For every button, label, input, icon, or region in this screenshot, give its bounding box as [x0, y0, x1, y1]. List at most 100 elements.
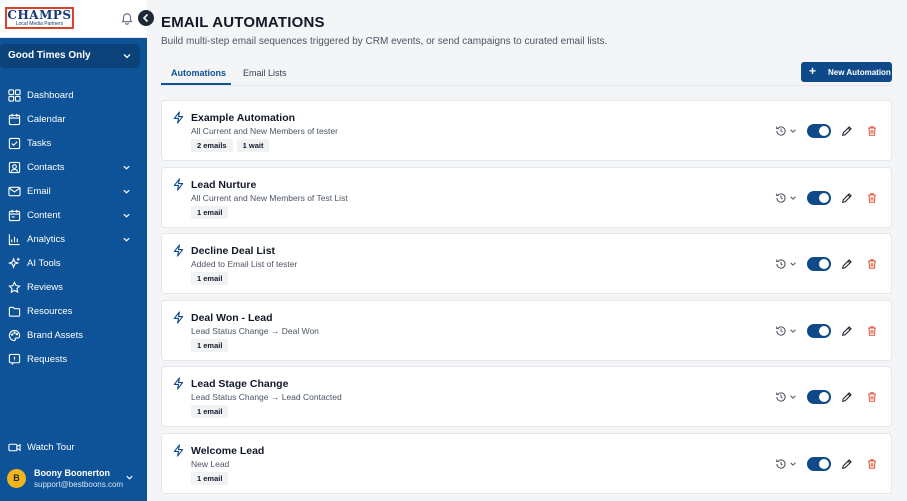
toggle-knob: [819, 392, 829, 402]
workspace-label: Good Times Only: [8, 50, 91, 61]
history-icon[interactable]: [775, 258, 787, 270]
automation-trigger: Lead Status Change → Lead Contacted: [191, 392, 342, 402]
tasks-icon: [8, 137, 21, 150]
chevron-down-icon: [123, 54, 131, 59]
step-count-badge: 1 email: [191, 206, 229, 219]
request-icon: [8, 353, 21, 366]
sidebar-item-label: Reviews: [27, 282, 63, 293]
sidebar-item-ai-tools[interactable]: AI Tools: [0, 252, 147, 276]
sidebar-item-contacts[interactable]: Contacts: [0, 156, 147, 180]
automation-card[interactable]: Welcome Lead New Lead 1 email: [161, 433, 892, 494]
step-count-badge: 2 emails: [191, 139, 233, 152]
brand-bar: CHAMPS Local Media Partners: [0, 0, 147, 38]
trash-icon[interactable]: [866, 325, 878, 337]
automation-card[interactable]: Decline Deal List Added to Email List of …: [161, 233, 892, 294]
sidebar-item-email[interactable]: Email: [0, 180, 147, 204]
chevron-down-icon[interactable]: [789, 393, 797, 401]
main-content: EMAIL AUTOMATIONS Build multi-step email…: [147, 0, 907, 501]
champs-logo[interactable]: CHAMPS Local Media Partners: [5, 7, 74, 29]
history-icon[interactable]: [775, 391, 787, 403]
toggle-knob: [819, 459, 829, 469]
enabled-toggle[interactable]: [807, 124, 831, 138]
sidebar-item-dashboard[interactable]: Dashboard: [0, 84, 147, 108]
sidebar-item-label: Content: [27, 210, 61, 221]
sidebar-item-requests[interactable]: Requests: [0, 348, 147, 372]
automation-card[interactable]: Lead Stage Change Lead Status Change → Le…: [161, 366, 892, 427]
lightning-icon: [173, 111, 184, 124]
pencil-icon[interactable]: [841, 458, 853, 470]
pencil-icon[interactable]: [841, 192, 853, 204]
enabled-toggle[interactable]: [807, 191, 831, 205]
chevron-down-icon[interactable]: [789, 460, 797, 468]
sidebar-item-reviews[interactable]: Reviews: [0, 276, 147, 300]
sidebar-item-brand-assets[interactable]: Brand Assets: [0, 324, 147, 348]
tab-email-lists[interactable]: Email Lists: [243, 68, 287, 78]
chevron-down-icon[interactable]: [789, 194, 797, 202]
sidebar-item-label: Brand Assets: [27, 330, 83, 341]
automation-trigger: All Current and New Members of Test List: [191, 193, 348, 203]
history-icon[interactable]: [775, 125, 787, 137]
trash-icon[interactable]: [866, 258, 878, 270]
workspace-selector[interactable]: Good Times Only: [0, 44, 140, 68]
lightning-icon: [173, 244, 184, 257]
toggle-knob: [819, 126, 829, 136]
trash-icon[interactable]: [866, 458, 878, 470]
automation-badges: 1 email: [191, 339, 232, 352]
chevron-left-icon: [142, 13, 149, 23]
history-icon[interactable]: [775, 192, 787, 204]
chevron-down-icon[interactable]: [789, 127, 797, 135]
enabled-toggle[interactable]: [807, 324, 831, 338]
pencil-icon[interactable]: [841, 125, 853, 137]
sidebar-item-analytics[interactable]: Analytics: [0, 228, 147, 252]
enabled-toggle[interactable]: [807, 457, 831, 471]
automation-name: Lead Nurture: [191, 179, 257, 191]
automation-trigger: New Lead: [191, 459, 230, 469]
chevron-down-icon[interactable]: [789, 260, 797, 268]
user-name: Boony Boonerton: [34, 468, 110, 478]
content-icon: [8, 209, 21, 222]
trash-icon[interactable]: [866, 192, 878, 204]
avatar: B: [7, 469, 26, 488]
sidebar-item-resources[interactable]: Resources: [0, 300, 147, 324]
history-icon[interactable]: [775, 325, 787, 337]
watch-tour-button[interactable]: Watch Tour: [0, 440, 147, 456]
user-menu[interactable]: B Boony Boonerton support@bestboons.com: [0, 466, 147, 494]
page-title: EMAIL AUTOMATIONS: [161, 14, 325, 31]
tab-automations[interactable]: Automations: [171, 68, 226, 78]
sidebar-item-label: Analytics: [27, 234, 66, 245]
sidebar-item-label: Resources: [27, 306, 73, 317]
sidebar-item-label: Dashboard: [27, 90, 74, 101]
step-count-badge: 1 email: [191, 339, 229, 352]
contacts-icon: [8, 161, 21, 174]
chevron-down-icon[interactable]: [789, 327, 797, 335]
pencil-icon[interactable]: [841, 391, 853, 403]
new-automation-button[interactable]: + New Automation: [801, 62, 892, 82]
history-icon[interactable]: [775, 458, 787, 470]
folder-icon: [8, 306, 21, 317]
enabled-toggle[interactable]: [807, 257, 831, 271]
pencil-icon[interactable]: [841, 325, 853, 337]
bell-icon[interactable]: [120, 12, 134, 26]
chevron-down-icon: [123, 213, 130, 218]
email-icon: [8, 186, 21, 197]
automation-name: Lead Stage Change: [191, 378, 289, 390]
collapse-sidebar-button[interactable]: [138, 10, 154, 26]
sidebar-item-label: AI Tools: [27, 258, 61, 269]
automation-card[interactable]: Example Automation All Current and New Me…: [161, 100, 892, 161]
sidebar-item-tasks[interactable]: Tasks: [0, 132, 147, 156]
chevron-down-icon: [123, 165, 130, 170]
automation-card[interactable]: Lead Nurture All Current and New Members …: [161, 167, 892, 228]
lightning-icon: [173, 377, 184, 390]
sidebar-item-content[interactable]: Content: [0, 204, 147, 228]
user-email: support@bestboons.com: [34, 480, 124, 489]
enabled-toggle[interactable]: [807, 390, 831, 404]
automation-trigger: All Current and New Members of tester: [191, 126, 338, 136]
trash-icon[interactable]: [866, 391, 878, 403]
automation-card[interactable]: Deal Won - Lead Lead Status Change → Deal…: [161, 300, 892, 361]
trash-icon[interactable]: [866, 125, 878, 137]
automation-trigger: Lead Status Change → Deal Won: [191, 326, 319, 336]
plus-icon: +: [809, 64, 817, 78]
sidebar-item-calendar[interactable]: Calendar: [0, 108, 147, 132]
automation-name: Welcome Lead: [191, 445, 265, 457]
pencil-icon[interactable]: [841, 258, 853, 270]
